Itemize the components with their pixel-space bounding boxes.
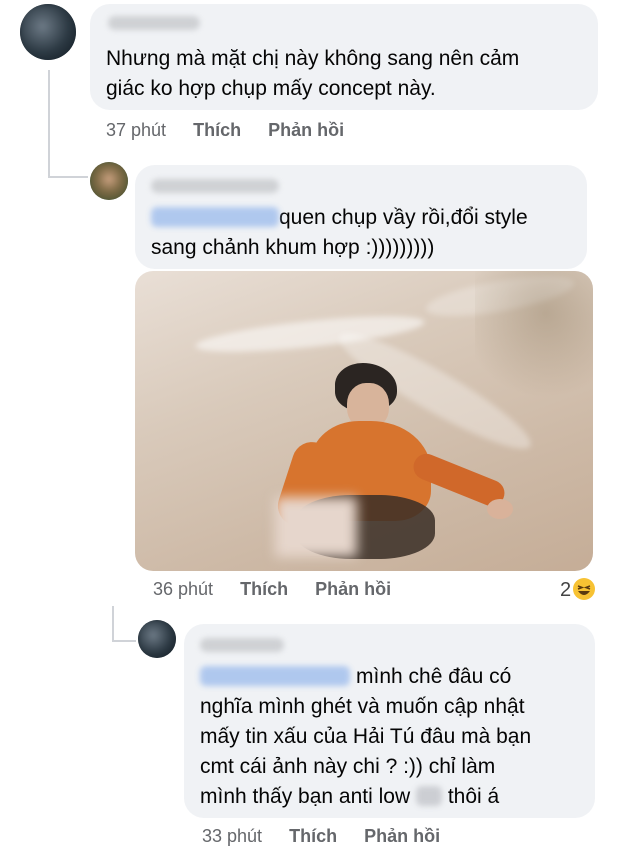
photo-person-hand [487,499,513,519]
comment-photo[interactable] [135,271,593,571]
commenter-name[interactable] [151,179,279,193]
avatar[interactable] [138,620,176,658]
thread-line [48,70,50,178]
reply-button[interactable]: Phản hồi [364,826,440,847]
comment-line: mấy tin xấu của Hải Tú đâu mà bạn [200,725,532,748]
avatar[interactable] [90,162,128,200]
thread-line [48,176,88,178]
comment-bubble: quen chụp vầy rồi,đổi style sang chảnh k… [135,165,587,269]
reaction-count: 2 [560,579,572,601]
comment-text: mình chê đâu có nghĩa mình ghét và muốn … [200,662,531,812]
haha-emoji-icon [573,578,596,600]
comment-time[interactable]: 33 phút [202,826,262,847]
censor-blur [415,786,442,806]
avatar-photo [138,620,176,658]
comment-actions: 33 phút Thích Phản hồi [202,826,440,847]
comment-line: giác ko hợp chụp mấy concept này. [106,77,436,100]
reply-button[interactable]: Phản hồi [315,579,391,600]
comment-line: nghĩa mình ghét và muốn cập nhật [200,695,525,718]
like-button[interactable]: Thích [193,120,241,141]
comment-line: mình chê đâu có [200,662,531,692]
like-button[interactable]: Thích [289,826,337,847]
comment-line: sang chảnh khum hợp :))))))))) [151,236,435,259]
commenter-name[interactable] [200,638,284,652]
avatar-photo [20,4,76,60]
comment-text: Nhưng mà mặt chị này không sang nên cảm … [106,44,519,104]
comment-line: cmt cái ảnh này chi ? :)) chỉ làm [200,755,496,778]
reaction-summary[interactable]: 2 [560,578,596,602]
comment-actions: 36 phút Thích Phản hồi [153,579,391,600]
comment-bubble: Nhưng mà mặt chị này không sang nên cảm … [90,4,598,110]
comment-line: quen chụp vầy rồi,đổi style [151,203,528,233]
comment-line: mình thấy bạn anti low thôi á [200,782,531,812]
comment-line-text: mình chê đâu có [356,665,512,688]
comment-line-text: thôi á [447,785,500,808]
thread-line [112,606,114,642]
comment-text: quen chụp vầy rồi,đổi style sang chảnh k… [151,203,528,263]
avatar-photo [90,162,128,200]
comment-time[interactable]: 37 phút [106,120,166,141]
comment-line-text: mình thấy bạn anti low [200,785,411,808]
mention-tag[interactable] [200,666,350,686]
photo-censor-blur [275,497,357,557]
comment-line: Nhưng mà mặt chị này không sang nên cảm [106,47,520,70]
photo-water-shadow [475,271,593,411]
like-button[interactable]: Thích [240,579,288,600]
comment-time[interactable]: 36 phút [153,579,213,600]
reply-button[interactable]: Phản hồi [268,120,344,141]
avatar[interactable] [20,4,76,60]
comment-line-text: quen chụp vầy rồi,đổi style [279,206,528,229]
mention-tag[interactable] [151,207,279,227]
thread-line [112,640,136,642]
commenter-name[interactable] [108,16,200,30]
comment-bubble: mình chê đâu có nghĩa mình ghét và muốn … [184,624,595,818]
comment-actions: 37 phút Thích Phản hồi [106,120,344,141]
